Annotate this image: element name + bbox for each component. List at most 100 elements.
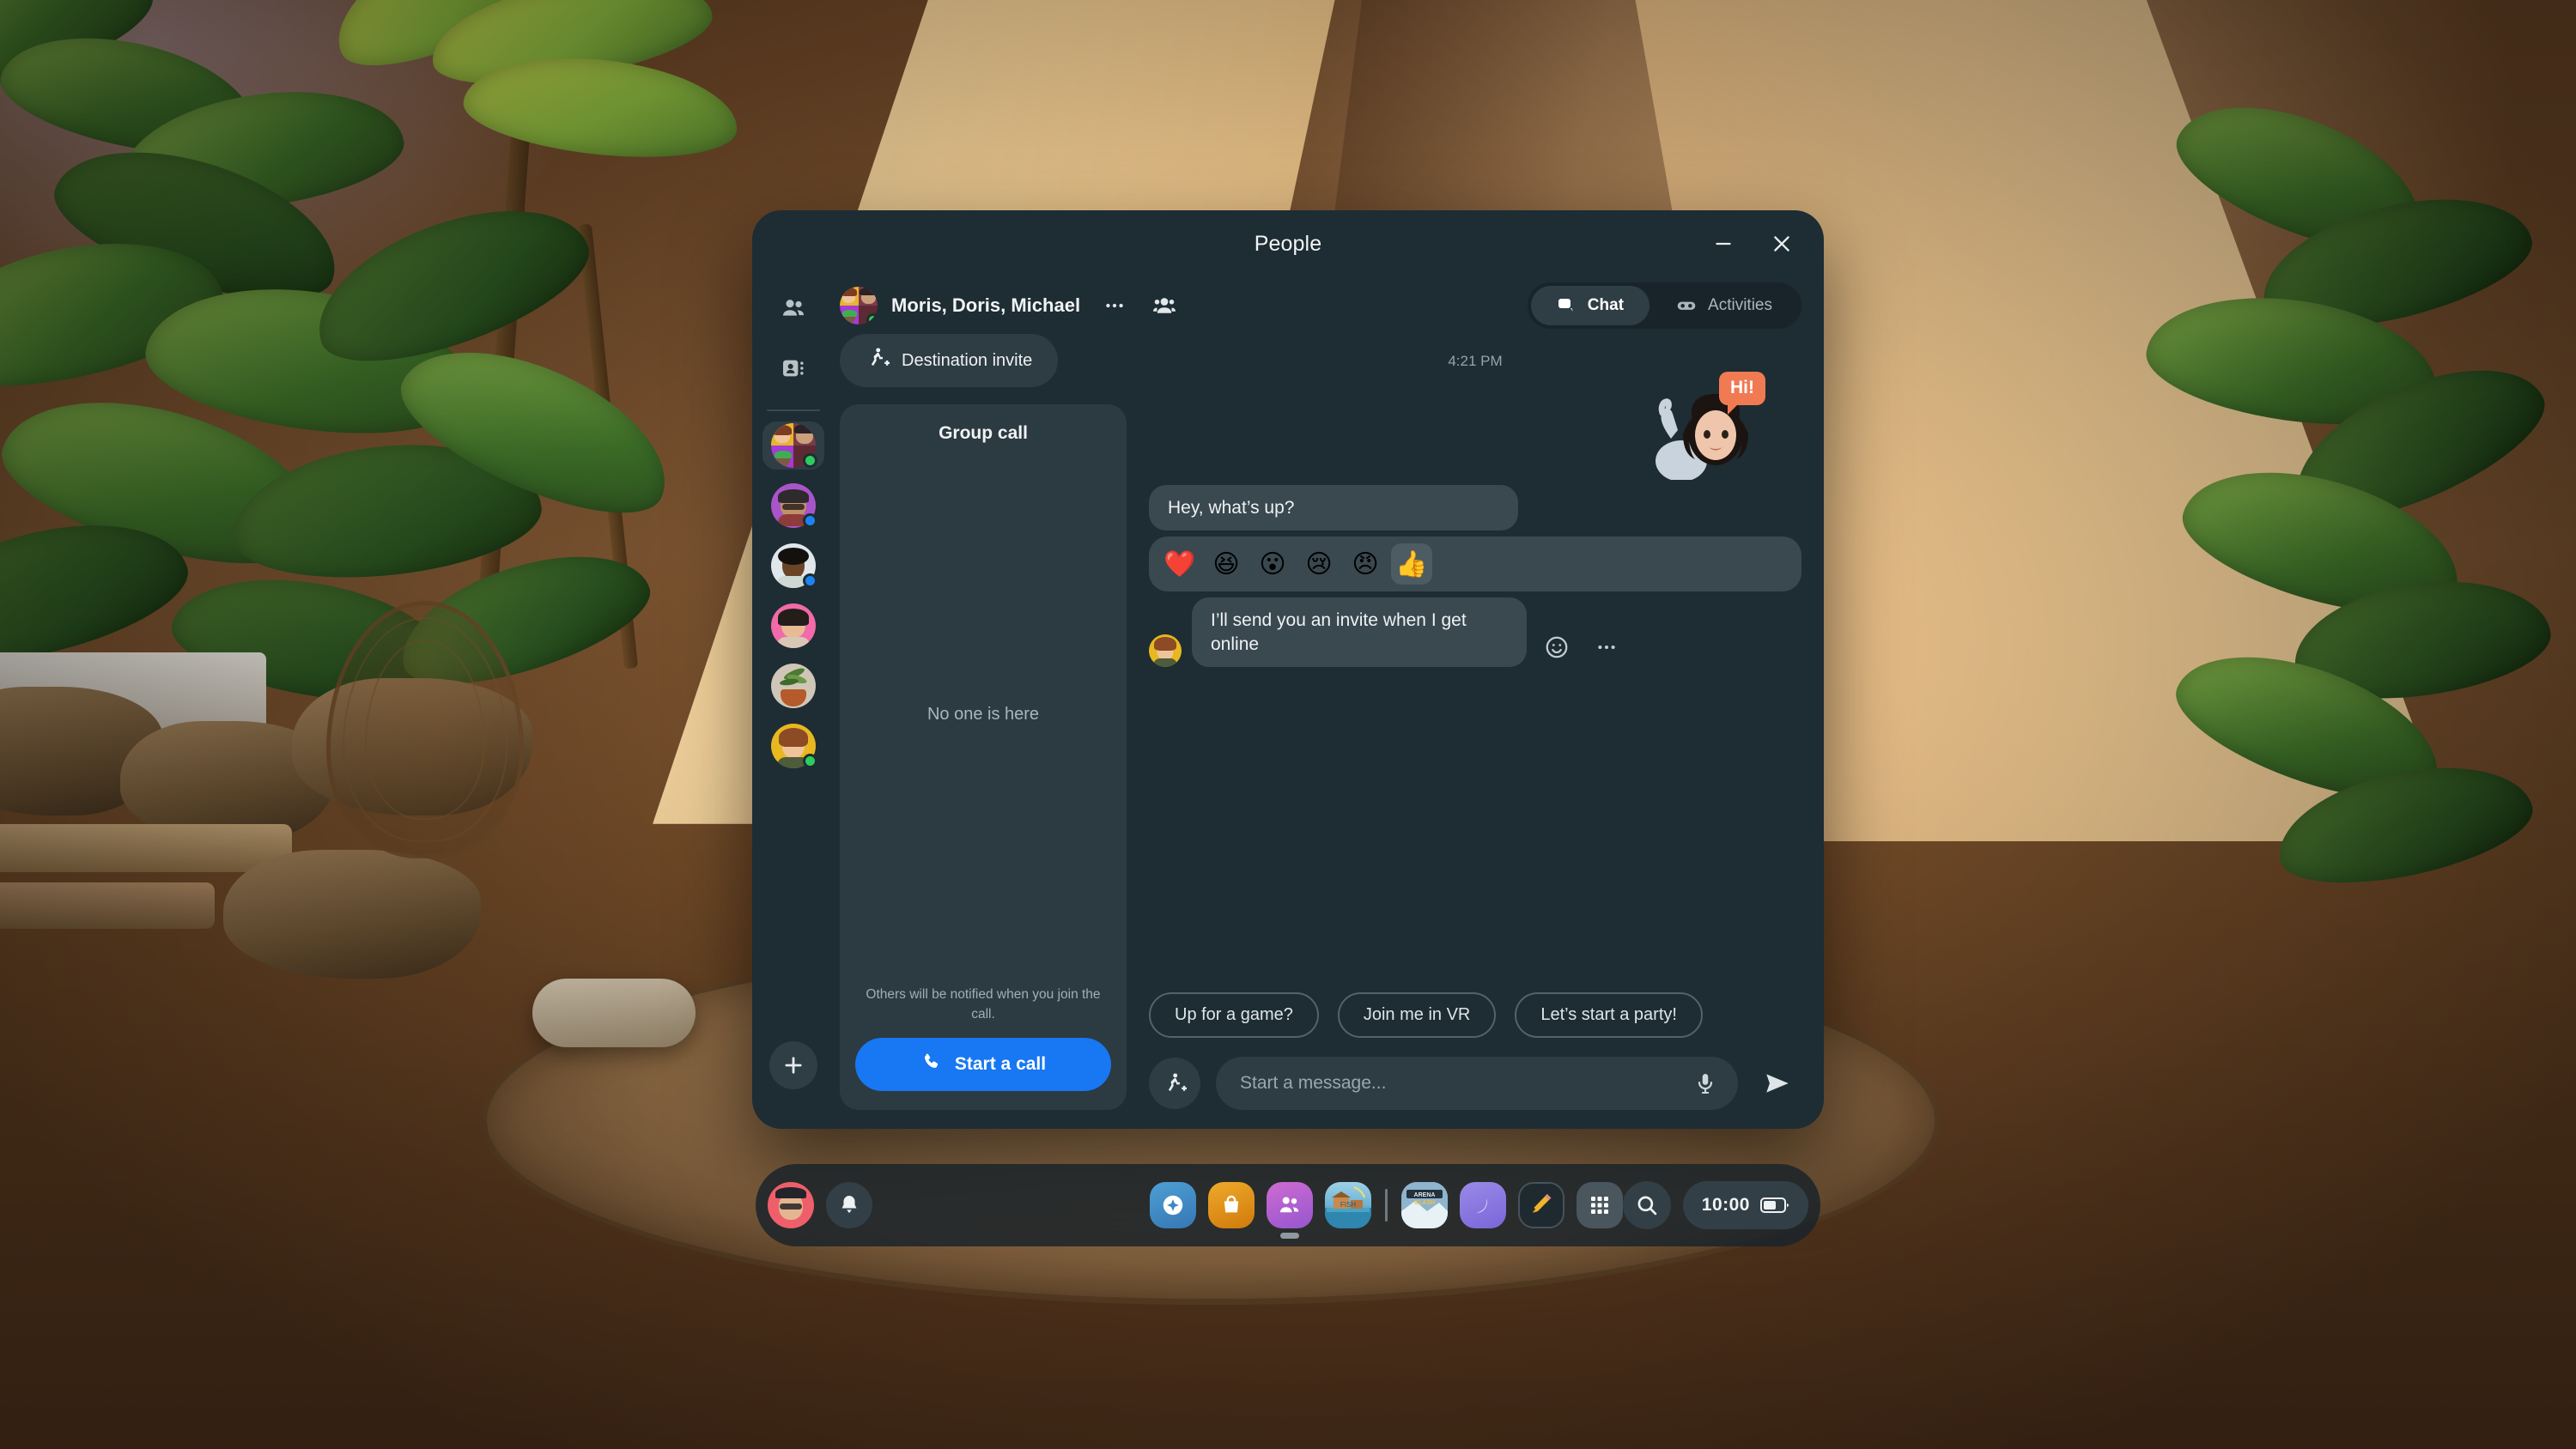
- dock-explore[interactable]: [1149, 1182, 1196, 1228]
- call-column: Destination invite Group call No one is …: [835, 334, 1127, 1110]
- clock-status-button[interactable]: 10:00: [1682, 1181, 1808, 1229]
- quick-reply-chip[interactable]: Let’s start a party!: [1515, 992, 1703, 1038]
- battery-icon: [1760, 1196, 1789, 1215]
- main-panel: Moris, Doris, Michael Chat Activities De…: [835, 277, 1824, 1129]
- message-list: 4:21 PM Hi! Hey, what’s up? ❤️ 😆 😮 😢 😠 👍…: [1149, 334, 1801, 970]
- sidebar-item-doris[interactable]: [762, 602, 824, 650]
- dock-running-indicator: [1279, 1233, 1299, 1239]
- dock-people[interactable]: [1266, 1182, 1313, 1239]
- person-walking-plus-icon: [866, 346, 890, 375]
- heart-reaction[interactable]: ❤️: [1159, 543, 1200, 585]
- svg-text:ARENA: ARENA: [1413, 1192, 1435, 1198]
- window-controls: [1704, 210, 1801, 277]
- quick-reply-chip[interactable]: Up for a game?: [1149, 992, 1319, 1038]
- sad-reaction[interactable]: 😢: [1298, 543, 1340, 585]
- status-dot-in-vr: [803, 513, 817, 528]
- dock-all-apps[interactable]: [1576, 1182, 1623, 1228]
- wow-reaction[interactable]: 😮: [1252, 543, 1293, 585]
- thumbsup-reaction[interactable]: 👍: [1391, 543, 1432, 585]
- tab-chat[interactable]: Chat: [1530, 286, 1650, 325]
- group-call-note: Others will be notified when you join th…: [866, 987, 1101, 1022]
- person-walking-plus-icon[interactable]: [1149, 1058, 1200, 1109]
- search-icon[interactable]: [1622, 1181, 1671, 1229]
- dock-profile-avatar[interactable]: [768, 1182, 814, 1228]
- avatar: [1149, 634, 1182, 667]
- dock-fishing-game[interactable]: FISH: [1324, 1182, 1371, 1228]
- phone-icon: [920, 1051, 943, 1078]
- thread-more-options-icon[interactable]: [1092, 283, 1137, 328]
- more-options-icon[interactable]: [1587, 627, 1626, 667]
- message-row: I’ll send you an invite when I get onlin…: [1149, 597, 1801, 667]
- start-a-call-button[interactable]: Start a call: [855, 1038, 1111, 1091]
- avatar-sticker[interactable]: Hi!: [1637, 372, 1765, 482]
- close-button[interactable]: [1762, 224, 1801, 264]
- group-call-title: Group call: [939, 423, 1028, 443]
- dock-separator: [1384, 1189, 1388, 1222]
- dock-status-area: 10:00: [1622, 1181, 1808, 1229]
- window-body: Moris, Doris, Michael Chat Activities De…: [752, 277, 1824, 1129]
- microphone-icon[interactable]: [1693, 1071, 1717, 1095]
- sidebar-item-moris[interactable]: [762, 722, 824, 770]
- sidebar-item-michael[interactable]: [762, 482, 824, 530]
- destination-invite-button[interactable]: Destination invite: [840, 334, 1059, 387]
- add-contact-button[interactable]: [769, 1041, 817, 1089]
- message-bubble[interactable]: I’ll send you an invite when I get onlin…: [1192, 597, 1527, 667]
- message-timestamp: 4:21 PM: [1448, 353, 1503, 369]
- tab-chat-label: Chat: [1587, 296, 1625, 314]
- react-emoji-icon[interactable]: [1537, 627, 1577, 667]
- sidebar-item-andre[interactable]: [762, 542, 824, 590]
- chat-column: 4:21 PM Hi! Hey, what’s up? ❤️ 😆 😮 😢 😠 👍…: [1149, 334, 1801, 1110]
- avatar: [771, 664, 816, 708]
- status-dot-online: [866, 313, 878, 324]
- background-foliage-right: [2121, 76, 2567, 1030]
- tab-activities[interactable]: Activities: [1649, 286, 1798, 325]
- message-input[interactable]: [1240, 1073, 1693, 1094]
- content-area: Destination invite Group call No one is …: [835, 334, 1801, 1129]
- status-dot-online: [803, 754, 817, 768]
- destination-invite-label: Destination invite: [902, 350, 1033, 370]
- people-window: People Moris, Doris, Michael Chat Activi…: [752, 210, 1824, 1129]
- clock-time: 10:00: [1701, 1195, 1750, 1215]
- svg-text:CLASH: CLASH: [1414, 1200, 1435, 1206]
- send-icon[interactable]: [1753, 1059, 1801, 1107]
- group-call-empty-text: No one is here: [927, 705, 1040, 724]
- rail-divider: [767, 409, 820, 411]
- start-a-call-label: Start a call: [954, 1054, 1047, 1074]
- quick-reply-chips: Up for a game? Join me in VR Let’s start…: [1149, 970, 1801, 1057]
- message-input-field[interactable]: [1216, 1057, 1738, 1110]
- notifications-bell-icon[interactable]: [826, 1182, 872, 1228]
- dock-browser[interactable]: [1459, 1182, 1506, 1228]
- dock-store[interactable]: [1207, 1182, 1255, 1228]
- people-icon[interactable]: [769, 284, 817, 332]
- quick-reply-chip[interactable]: Join me in VR: [1337, 992, 1497, 1038]
- tab-activities-label: Activities: [1708, 296, 1772, 314]
- left-rail: [752, 277, 835, 1129]
- laugh-reaction[interactable]: 😆: [1206, 543, 1247, 585]
- sticker-message-row: Hi!: [1149, 372, 1801, 482]
- reaction-picker: ❤️ 😆 😮 😢 😠 👍: [1149, 537, 1801, 592]
- sidebar-item-group-moris-doris-michael[interactable]: [762, 421, 824, 470]
- message-composer: [1149, 1057, 1801, 1110]
- thread-avatar[interactable]: [840, 287, 878, 324]
- status-dot-in-vr: [803, 573, 817, 588]
- angry-reaction[interactable]: 😠: [1345, 543, 1386, 585]
- group-call-card: Group call No one is here Others will be…: [840, 404, 1127, 1110]
- thread-header: Moris, Doris, Michael Chat Activities: [835, 277, 1801, 334]
- page-title: Moris, Doris, Michael: [891, 294, 1081, 316]
- sticker-bubble-text: Hi!: [1719, 372, 1765, 415]
- message-group-them: Hey, what’s up? ❤️ 😆 😮 😢 😠 👍 I’ll send y…: [1149, 485, 1801, 667]
- view-tabs: Chat Activities: [1527, 282, 1801, 329]
- window-title: People: [1254, 231, 1322, 256]
- dock-notes[interactable]: [1517, 1182, 1564, 1228]
- add-people-icon[interactable]: [1142, 283, 1187, 328]
- message-bubble[interactable]: Hey, what’s up?: [1149, 485, 1518, 531]
- svg-text:FISH: FISH: [1340, 1201, 1356, 1209]
- avatar: [771, 603, 816, 648]
- sidebar-item-plant[interactable]: [762, 662, 824, 710]
- window-titlebar: People: [752, 210, 1824, 277]
- background-cushion: [532, 979, 696, 1047]
- status-dot-online: [803, 453, 817, 468]
- dock-arena-clash[interactable]: ARENA CLASH: [1400, 1182, 1448, 1228]
- contacts-icon[interactable]: [769, 344, 817, 392]
- minimize-button[interactable]: [1704, 224, 1743, 264]
